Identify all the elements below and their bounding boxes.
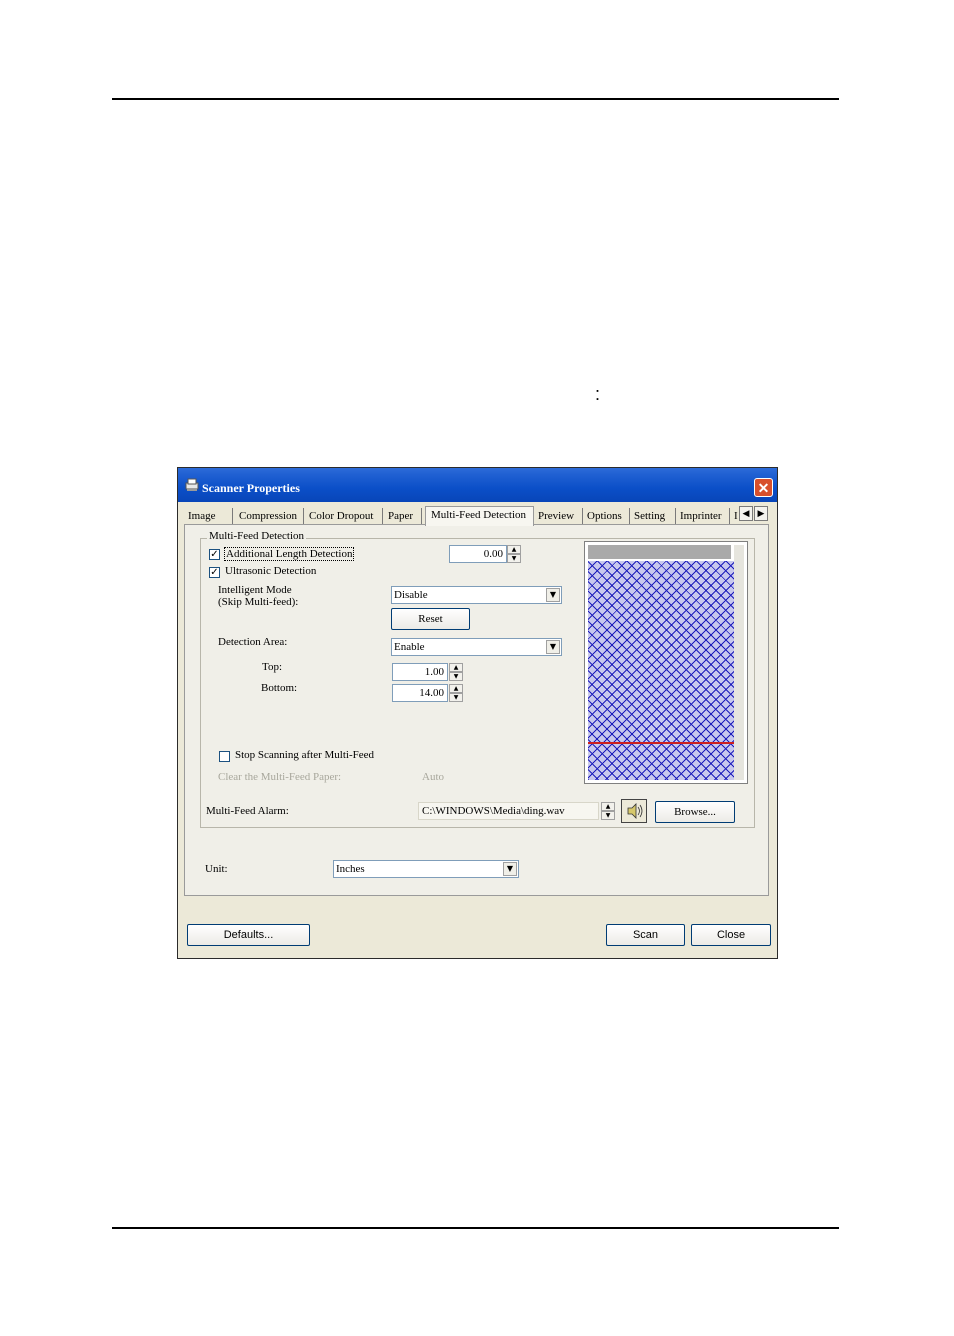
spin-down-icon[interactable]: ▼ xyxy=(507,554,521,563)
spin-up-icon[interactable]: ▲ xyxy=(449,684,463,693)
ultrasonic-checkbox[interactable]: ✓ xyxy=(209,567,220,578)
bottom-value-field[interactable]: 14.00 xyxy=(392,684,448,702)
close-icon[interactable]: ✕ xyxy=(754,478,773,497)
intelligent-mode-label: Intelligent Mode xyxy=(218,584,292,596)
length-detection-label: Additional Length Detection xyxy=(224,547,355,561)
unit-select[interactable]: Inches ▼ xyxy=(333,860,519,878)
tab-preview[interactable]: Preview xyxy=(536,508,583,524)
scanner-properties-dialog: Scanner Properties ✕ Image Compression C… xyxy=(177,467,778,959)
preview-header-bar xyxy=(588,545,731,559)
speaker-glyph-icon xyxy=(627,803,643,819)
tab-compression[interactable]: Compression xyxy=(237,508,304,524)
scanner-icon xyxy=(185,478,199,491)
intelligent-mode-select[interactable]: Disable ▼ xyxy=(391,586,562,604)
spin-down-icon[interactable]: ▼ xyxy=(601,811,615,820)
preview-page-area xyxy=(588,561,735,780)
tab-color-dropout[interactable]: Color Dropout xyxy=(307,508,383,524)
clear-paper-value: Auto xyxy=(422,771,444,783)
alarm-label: Multi-Feed Alarm: xyxy=(206,805,289,817)
close-button[interactable]: Close xyxy=(691,924,771,946)
browse-button[interactable]: Browse... xyxy=(655,801,735,823)
bottom-spinner[interactable]: ▲ ▼ xyxy=(449,684,463,702)
preview-bottom-marker xyxy=(588,742,735,744)
spin-up-icon[interactable]: ▲ xyxy=(507,545,521,554)
title-bar[interactable]: Scanner Properties ✕ xyxy=(178,468,777,502)
colon-text: : xyxy=(595,384,601,404)
ultrasonic-label: Ultrasonic Detection xyxy=(225,565,317,577)
tab-scroll-left-icon[interactable]: ◀ xyxy=(739,506,753,521)
detection-area-label: Detection Area: xyxy=(218,636,288,648)
top-label: Top: xyxy=(262,661,283,673)
window-title: Scanner Properties xyxy=(202,481,300,495)
stop-scanning-checkbox[interactable] xyxy=(219,751,230,762)
group-title: Multi-Feed Detection xyxy=(207,530,307,542)
chevron-down-icon[interactable]: ▼ xyxy=(546,640,560,654)
tab-setting[interactable]: Setting xyxy=(632,508,676,524)
bottom-rule xyxy=(112,1227,839,1229)
tab-image[interactable]: Image xyxy=(186,508,233,524)
defaults-button[interactable]: Defaults... xyxy=(187,924,310,946)
spin-down-icon[interactable]: ▼ xyxy=(449,693,463,702)
speaker-icon[interactable] xyxy=(621,799,647,823)
tab-imprinter[interactable]: Imprinter xyxy=(678,508,730,524)
unit-label: Unit: xyxy=(205,863,228,875)
tab-multi-feed-detection[interactable]: Multi-Feed Detection xyxy=(425,506,534,526)
bottom-label: Bottom: xyxy=(261,682,298,694)
spin-down-icon[interactable]: ▼ xyxy=(449,672,463,681)
length-detection-value-field[interactable]: 0.00 xyxy=(449,545,507,563)
spin-up-icon[interactable]: ▲ xyxy=(449,663,463,672)
preview-scrollbar[interactable] xyxy=(734,545,744,780)
unit-value: Inches xyxy=(336,863,365,875)
alarm-spinner[interactable]: ▲ ▼ xyxy=(601,802,615,820)
alarm-file-field[interactable]: C:\WINDOWS\Media\ding.wav xyxy=(418,802,599,820)
spin-up-icon[interactable]: ▲ xyxy=(601,802,615,811)
reset-button[interactable]: Reset xyxy=(391,608,470,630)
tab-scroll-right-icon[interactable]: ▶ xyxy=(754,506,768,521)
length-detection-spinner[interactable]: ▲ ▼ xyxy=(507,545,521,563)
top-value-field[interactable]: 1.00 xyxy=(392,663,448,681)
clear-paper-label: Clear the Multi-Feed Paper: xyxy=(218,771,342,783)
scan-button[interactable]: Scan xyxy=(606,924,685,946)
detection-area-preview xyxy=(584,541,748,784)
detection-area-select[interactable]: Enable ▼ xyxy=(391,638,562,656)
stop-scanning-label: Stop Scanning after Multi-Feed xyxy=(235,749,375,761)
intelligent-mode-sublabel: (Skip Multi-feed): xyxy=(218,596,299,608)
chevron-down-icon[interactable]: ▼ xyxy=(503,862,517,876)
tab-paper[interactable]: Paper xyxy=(386,508,422,524)
top-spinner[interactable]: ▲ ▼ xyxy=(449,663,463,681)
length-detection-checkbox[interactable]: ✓ xyxy=(209,549,220,560)
tab-options[interactable]: Options xyxy=(585,508,630,524)
top-rule xyxy=(112,98,839,100)
detection-area-value: Enable xyxy=(394,641,425,653)
chevron-down-icon[interactable]: ▼ xyxy=(546,588,560,602)
intelligent-mode-value: Disable xyxy=(394,589,428,601)
